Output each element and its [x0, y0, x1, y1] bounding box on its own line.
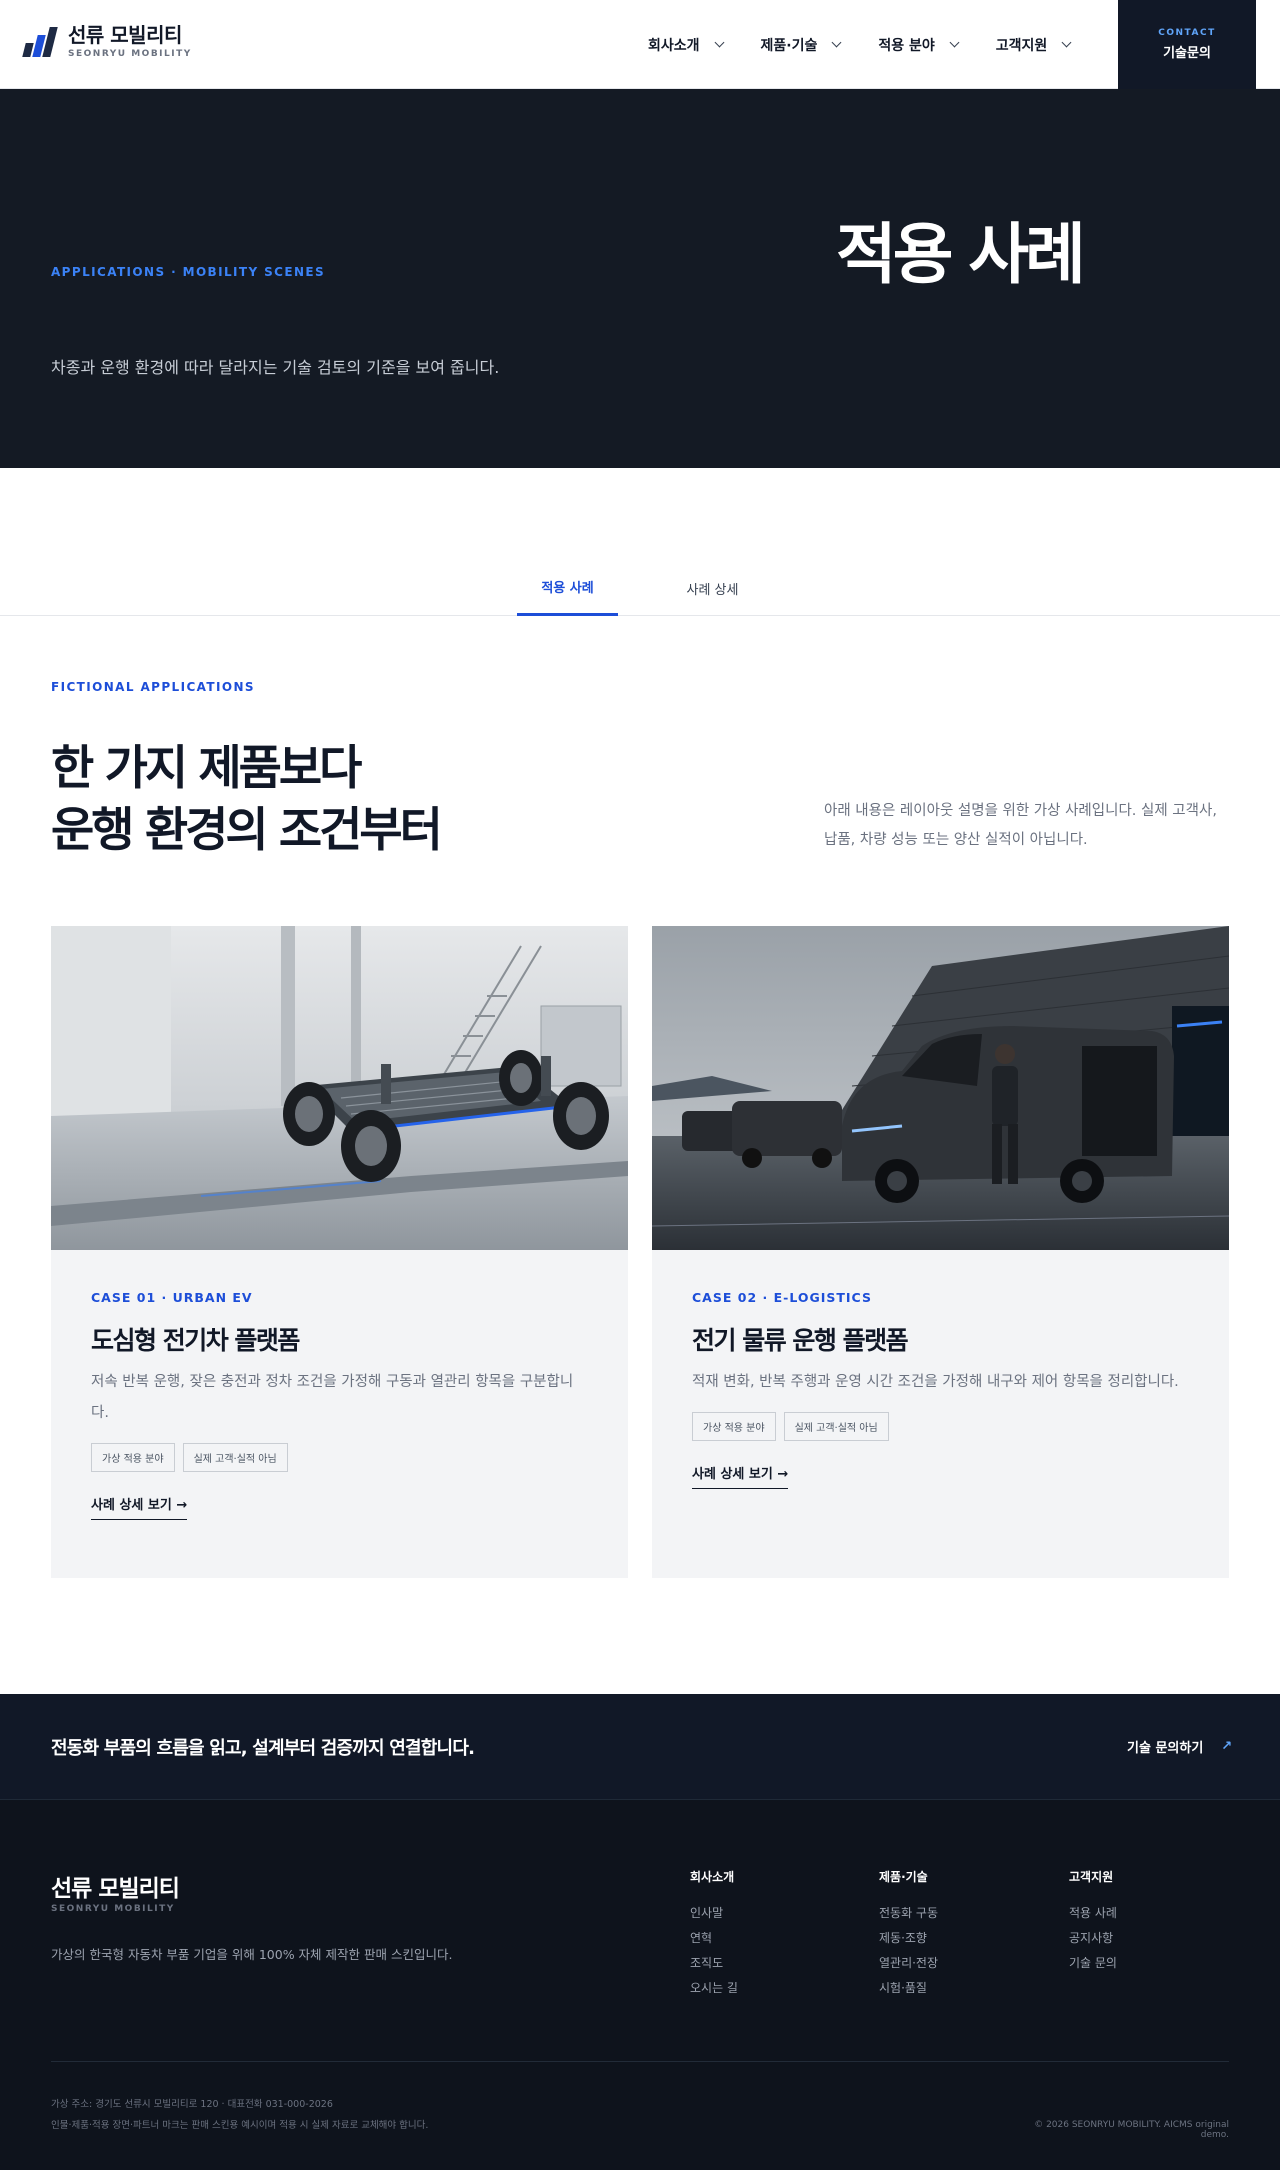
case-card-urban-ev: CASE 01 · URBAN EV 도심형 전기차 플랫폼 저속 반복 운행,… — [51, 926, 628, 1578]
footer-link[interactable]: 열관리·전장 — [879, 1951, 938, 1976]
logo-name: 선류 모빌리티 — [68, 23, 182, 47]
footer-link[interactable]: 인사말 — [690, 1901, 738, 1926]
contact-button-eyebrow: CONTACT — [1158, 28, 1216, 38]
section-tabs: 적용 사례 사례 상세 — [0, 560, 1280, 616]
footer-link[interactable]: 공지사항 — [1069, 1926, 1117, 1951]
cta-text: 전동화 부품의 흐름을 읽고, 설계부터 검증까지 연결합니다. — [51, 1738, 475, 1759]
nav-item-applications[interactable]: 적용 분야 — [878, 35, 960, 55]
case-label: CASE 01 · URBAN EV — [91, 1290, 253, 1305]
footer-link[interactable]: 기술 문의 — [1069, 1951, 1117, 1976]
section-title-line1: 한 가지 제품보다 — [51, 741, 362, 796]
footer-link[interactable]: 적용 사례 — [1069, 1901, 1117, 1926]
nav-item-label: 고객지원 — [995, 37, 1048, 54]
footer-address: 가상 주소: 경기도 선류시 모빌리티로 120 · 대표전화 031-000-… — [51, 2099, 333, 2110]
hero-description: 차종과 운행 환경에 따라 달라지는 기술 검토의 기준을 보여 줍니다. — [51, 358, 500, 377]
footer-col-support: 고객지원 적용 사례 공지사항 기술 문의 — [1069, 1868, 1117, 1976]
tech-inquiry-link[interactable]: 기술 문의하기 ↗ — [1127, 1737, 1232, 1756]
tag-not-real: 실제 고객·실적 아님 — [182, 1443, 288, 1472]
contact-button[interactable]: CONTACT 기술문의 — [1118, 0, 1256, 89]
nav-item-label: 적용 분야 — [878, 37, 935, 54]
nav-item-support[interactable]: 고객지원 — [995, 35, 1072, 55]
footer-copyright: © 2026 SEONRYU MOBILITY. AICMS original … — [1034, 2120, 1229, 2140]
tab-applications[interactable]: 적용 사례 — [517, 560, 618, 616]
footer-link[interactable]: 전동화 구동 — [879, 1901, 938, 1926]
case-title: 전기 물류 운행 플랫폼 — [692, 1326, 909, 1355]
arrow-up-right-icon: ↗ — [1221, 1739, 1233, 1754]
tab-case-detail[interactable]: 사례 상세 — [662, 560, 763, 616]
site-header: 선류 모빌리티 SEONRYU MOBILITY 회사소개 제품·기술 적용 분… — [0, 0, 1280, 89]
cta-band: 전동화 부품의 흐름을 읽고, 설계부터 검증까지 연결합니다. 기술 문의하기… — [0, 1694, 1280, 1800]
case-tags: 가상 적용 분야 실제 고객·실적 아님 — [692, 1412, 1192, 1441]
site-logo[interactable]: 선류 모빌리티 SEONRYU MOBILITY — [22, 24, 192, 59]
chevron-down-icon — [949, 37, 960, 48]
footer-link[interactable]: 제동·조향 — [879, 1926, 938, 1951]
footer-col-heading: 고객지원 — [1069, 1870, 1114, 1884]
hero-eyebrow: APPLICATIONS · MOBILITY SCENES — [51, 265, 326, 279]
nav-item-products[interactable]: 제품·기술 — [760, 35, 842, 55]
nav-item-label: 회사소개 — [648, 37, 700, 54]
case-title: 도심형 전기차 플랫폼 — [91, 1326, 300, 1355]
footer-link[interactable]: 조직도 — [690, 1951, 738, 1976]
tag-not-real: 실제 고객·실적 아님 — [783, 1412, 889, 1441]
case-description: 저속 반복 운행, 잦은 충전과 정차 조건을 가정해 구동과 열관리 항목을 … — [91, 1374, 574, 1421]
page-title: 적용 사례 — [836, 216, 1086, 293]
section-eyebrow: FICTIONAL APPLICATIONS — [51, 680, 255, 694]
footer-link[interactable]: 연혁 — [690, 1926, 738, 1951]
case-image-delivery-vans — [652, 926, 1229, 1250]
tech-inquiry-label: 기술 문의하기 — [1127, 1741, 1204, 1756]
tag-fictional: 가상 적용 분야 — [692, 1412, 776, 1441]
chevron-down-icon — [831, 37, 842, 48]
chevron-down-icon — [1061, 37, 1072, 48]
case-detail-link[interactable]: 사례 상세 보기 → — [91, 1494, 188, 1520]
section-title: 한 가지 제품보다 운행 환경의 조건부터 — [51, 738, 443, 862]
footer-legal-note: 인물·제품·적용 장면·파트너 마크는 판매 스킨용 예시이며 적용 시 실제 … — [51, 2120, 429, 2131]
case-card-e-logistics: CASE 02 · E-LOGISTICS 전기 물류 운행 플랫폼 적재 변화… — [652, 926, 1229, 1578]
hero-banner: APPLICATIONS · MOBILITY SCENES 적용 사례 차종과… — [0, 89, 1280, 468]
case-image-ev-chassis — [51, 926, 628, 1250]
contact-button-label: 기술문의 — [1163, 46, 1211, 61]
site-footer: 선류 모빌리티 SEONRYU MOBILITY 가상의 한국형 자동차 부품 … — [0, 1800, 1280, 2170]
footer-description: 가상의 한국형 자동차 부품 기업을 위해 100% 자체 제작한 판매 스킨입… — [51, 1947, 453, 1962]
case-detail-link[interactable]: 사례 상세 보기 → — [692, 1463, 789, 1489]
footer-col-heading: 제품·기술 — [879, 1870, 928, 1884]
footer-col-heading: 회사소개 — [690, 1870, 735, 1884]
nav-item-label: 제품·기술 — [760, 37, 818, 54]
footer-logo-subname: SEONRYU MOBILITY — [51, 1904, 175, 1914]
logo-bars-icon — [22, 25, 58, 59]
chevron-down-icon — [714, 37, 724, 48]
section-note: 아래 내용은 레이아웃 설명을 위한 가상 사례입니다. 실제 고객사, 납품,… — [824, 803, 1217, 848]
footer-logo-name: 선류 모빌리티 — [51, 1876, 180, 1902]
logo-subname: SEONRYU MOBILITY — [68, 49, 192, 59]
footer-link[interactable]: 오시는 길 — [690, 1976, 738, 2001]
main-nav: 회사소개 제품·기술 적용 분야 고객지원 — [648, 0, 1108, 89]
footer-col-products: 제품·기술 전동화 구동 제동·조향 열관리·전장 시험·품질 — [879, 1868, 938, 2001]
footer-divider — [51, 2061, 1229, 2062]
section-title-line2: 운행 환경의 조건부터 — [51, 803, 443, 858]
footer-link[interactable]: 시험·품질 — [879, 1976, 938, 2001]
nav-item-company[interactable]: 회사소개 — [648, 35, 724, 55]
footer-col-company: 회사소개 인사말 연혁 조직도 오시는 길 — [690, 1868, 738, 2001]
case-description: 적재 변화, 반복 주행과 운영 시간 조건을 가정해 내구와 제어 항목을 정… — [692, 1374, 1179, 1390]
tag-fictional: 가상 적용 분야 — [91, 1443, 175, 1472]
case-label: CASE 02 · E-LOGISTICS — [692, 1290, 872, 1305]
case-tags: 가상 적용 분야 실제 고객·실적 아님 — [91, 1443, 591, 1472]
